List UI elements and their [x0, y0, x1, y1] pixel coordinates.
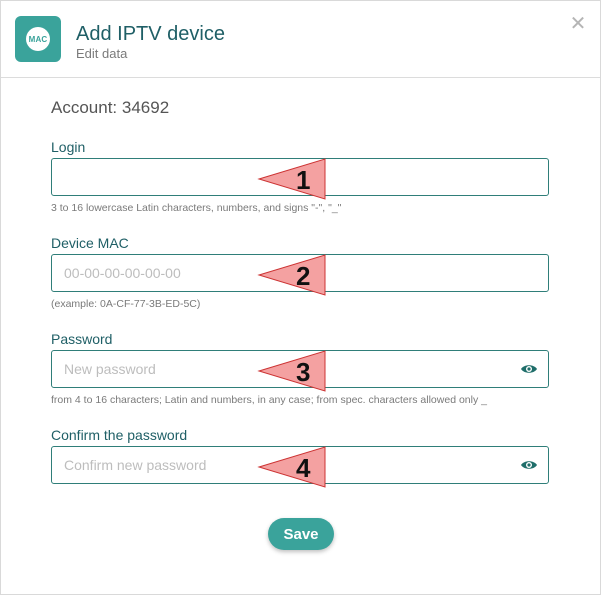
annotation-marker-4: 4: [257, 446, 326, 488]
close-icon[interactable]: ✕: [567, 13, 589, 35]
dialog-subtitle: Edit data: [76, 46, 128, 61]
device-mac-hint: (example: 0A-CF-77-3B-ED-5C): [51, 298, 201, 310]
login-label: Login: [51, 139, 86, 155]
account-label: Account:: [51, 98, 118, 117]
add-iptv-device-dialog: MAC Add IPTV device Edit data ✕ Account:…: [0, 0, 601, 595]
password-label: Password: [51, 331, 113, 347]
save-button[interactable]: Save: [268, 518, 334, 550]
account-line: Account: 34692: [51, 98, 169, 118]
mac-logo-icon: MAC: [15, 16, 61, 62]
dialog-title: Add IPTV device: [76, 23, 225, 45]
marker-number: 3: [296, 357, 310, 387]
annotation-marker-1: 1: [257, 158, 326, 200]
device-mac-label: Device MAC: [51, 235, 129, 251]
marker-number: 4: [296, 453, 311, 483]
dialog-header: MAC Add IPTV device Edit data ✕: [1, 1, 600, 78]
login-hint: 3 to 16 lowercase Latin characters, numb…: [51, 202, 342, 214]
annotation-marker-2: 2: [257, 254, 326, 296]
confirm-password-label: Confirm the password: [51, 427, 188, 443]
password-hint: from 4 to 16 characters; Latin and numbe…: [51, 394, 487, 406]
eye-icon[interactable]: [520, 362, 538, 376]
marker-number: 2: [296, 261, 310, 291]
account-number: 34692: [121, 98, 170, 117]
logo-text: MAC: [26, 27, 50, 51]
marker-number: 1: [296, 165, 310, 195]
eye-icon[interactable]: [520, 458, 538, 472]
annotation-marker-3: 3: [257, 350, 326, 392]
